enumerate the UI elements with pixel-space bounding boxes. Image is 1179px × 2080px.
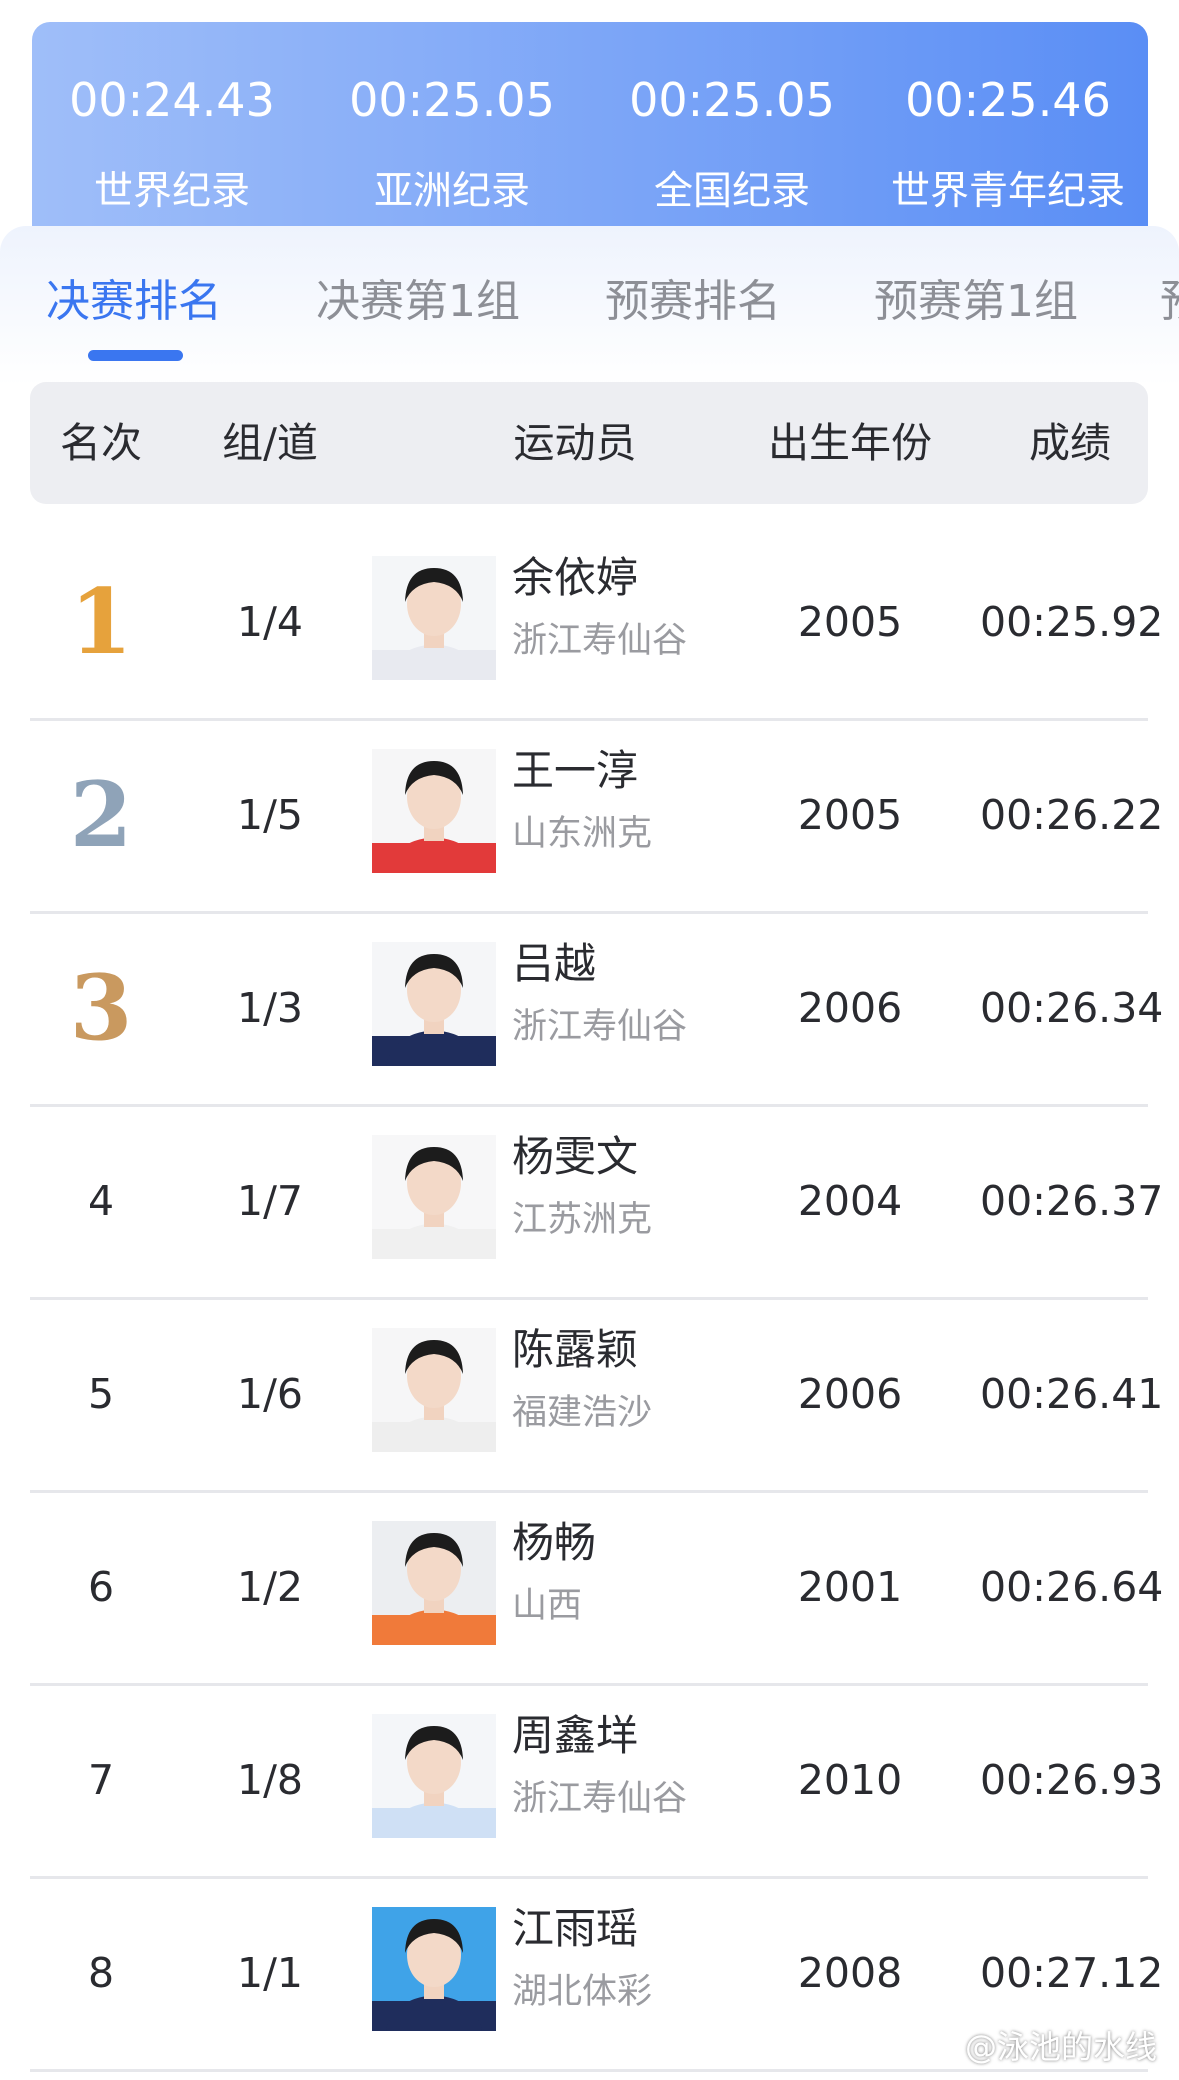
header-athlete: 运动员: [513, 419, 637, 467]
table-row[interactable]: 4 1/7 杨雯文江苏洲克 2004 00:26.37: [30, 1105, 1163, 1300]
lane-cell: 1/5: [237, 791, 303, 839]
table-header: 名次 组/道 运动员 出生年份 成绩: [30, 382, 1148, 504]
result-cell: 00:26.34: [980, 984, 1164, 1032]
record-label: 亚洲纪录: [373, 169, 530, 214]
results-card: 决赛排名 决赛第1组 预赛排名 预赛第1组 预 名次 组/道 运动员 出生年份 …: [0, 226, 1179, 2080]
athlete-name: 江雨瑶: [512, 1904, 639, 1953]
table-row[interactable]: 6 1/2 杨畅山西 2001 00:26.64: [30, 1491, 1163, 1686]
lane-cell: 1/4: [237, 598, 303, 646]
result-cell: 00:26.93: [980, 1756, 1164, 1804]
rank-cell: 4: [87, 1177, 115, 1225]
tab-final-ranking[interactable]: 决赛排名: [46, 274, 222, 330]
lane-cell: 1/1: [237, 1949, 303, 1997]
record-time: 00:24.43: [69, 73, 275, 127]
gold-medal-number-icon: 1: [69, 569, 133, 675]
record-label: 全国纪录: [653, 169, 810, 214]
rank-cell: 7: [87, 1756, 115, 1804]
rank-cell: 6: [87, 1563, 115, 1611]
record-time: 00:25.05: [349, 73, 555, 127]
athlete-photo: [372, 1907, 496, 2031]
athlete-photo: [372, 1328, 496, 1452]
header-result: 成绩: [1029, 419, 1111, 467]
athlete-name: 陈露颖: [512, 1325, 639, 1374]
lane-cell: 1/2: [237, 1563, 303, 1611]
birth-year-cell: 2005: [797, 791, 903, 839]
athlete-photo: [372, 749, 496, 873]
rank-cell: 8: [87, 1949, 115, 1997]
birth-year-cell: 2006: [797, 984, 903, 1032]
table-row[interactable]: 7 1/8 周鑫垟浙江寿仙谷 2010 00:26.93: [30, 1684, 1163, 1879]
result-cell: 00:25.92: [980, 598, 1164, 646]
athlete-team: 江苏洲克: [512, 1200, 653, 1240]
lane-cell: 1/7: [237, 1177, 303, 1225]
lane-cell: 1/3: [237, 984, 303, 1032]
athlete-team: 山东洲克: [512, 814, 653, 854]
tab-bar: 决赛排名 决赛第1组 预赛排名 预赛第1组 预: [0, 226, 1179, 376]
birth-year-cell: 2008: [797, 1949, 903, 1997]
birth-year-cell: 2010: [797, 1756, 903, 1804]
result-cell: 00:26.22: [980, 791, 1164, 839]
athlete-name: 王一淳: [512, 746, 639, 795]
watermark-text: @泳池的水线: [964, 2028, 1157, 2066]
table-row[interactable]: 2 1/5 王一淳山东洲克 2005 00:26.22: [30, 719, 1163, 914]
record-time: 00:25.46: [905, 73, 1111, 127]
silver-medal-number-icon: 2: [69, 762, 133, 868]
lane-cell: 1/6: [237, 1370, 303, 1418]
athlete-photo: [372, 942, 496, 1066]
active-tab-indicator: [88, 350, 183, 361]
athlete-team: 浙江寿仙谷: [512, 1779, 688, 1819]
result-cell: 00:26.37: [980, 1177, 1164, 1225]
rank-cell: 5: [87, 1370, 115, 1418]
birth-year-cell: 2001: [797, 1563, 903, 1611]
result-cell: 00:26.41: [980, 1370, 1164, 1418]
header-lane: 组/道: [222, 419, 318, 467]
tab-prelim-ranking[interactable]: 预赛排名: [605, 274, 781, 330]
athlete-photo: [372, 1521, 496, 1645]
athlete-team: 山西: [512, 1586, 583, 1626]
table-row[interactable]: 3 1/3 吕越浙江寿仙谷 2006 00:26.34: [30, 912, 1163, 1107]
record-time: 00:25.05: [629, 73, 835, 127]
athlete-name: 周鑫垟: [512, 1711, 639, 1760]
tab-prelim-heat-1[interactable]: 预赛第1组: [874, 274, 1078, 330]
athlete-team: 浙江寿仙谷: [512, 621, 688, 661]
athlete-photo: [372, 1135, 496, 1259]
athlete-photo: [372, 1714, 496, 1838]
athlete-team: 福建浩沙: [512, 1393, 653, 1433]
athlete-team: 浙江寿仙谷: [512, 1007, 688, 1047]
athlete-name: 吕越: [512, 939, 597, 988]
athlete-name: 余依婷: [512, 553, 639, 602]
header-rank: 名次: [60, 419, 142, 467]
lane-cell: 1/8: [237, 1756, 303, 1804]
athlete-team: 湖北体彩: [512, 1972, 653, 2012]
athlete-name: 杨畅: [512, 1518, 597, 1567]
bronze-medal-number-icon: 3: [69, 955, 133, 1061]
result-cell: 00:26.64: [980, 1563, 1164, 1611]
table-row[interactable]: 5 1/6 陈露颖福建浩沙 2006 00:26.41: [30, 1298, 1163, 1493]
tab-next-partial[interactable]: 预: [1160, 274, 1179, 330]
table-row[interactable]: 1 1/4 余依婷浙江寿仙谷 2005 00:25.92: [30, 526, 1163, 721]
header-birth-year: 出生年份: [768, 419, 932, 467]
records-banner: 00:24.43 世界纪录 00:25.05 亚洲纪录 00:25.05 全国纪…: [32, 22, 1148, 252]
athlete-name: 杨雯文: [512, 1132, 639, 1181]
tab-final-heat-1[interactable]: 决赛第1组: [316, 274, 520, 330]
birth-year-cell: 2005: [797, 598, 903, 646]
athlete-photo: [372, 556, 496, 680]
record-label: 世界青年纪录: [890, 169, 1125, 214]
record-label: 世界纪录: [93, 169, 250, 214]
birth-year-cell: 2004: [797, 1177, 903, 1225]
birth-year-cell: 2006: [797, 1370, 903, 1418]
